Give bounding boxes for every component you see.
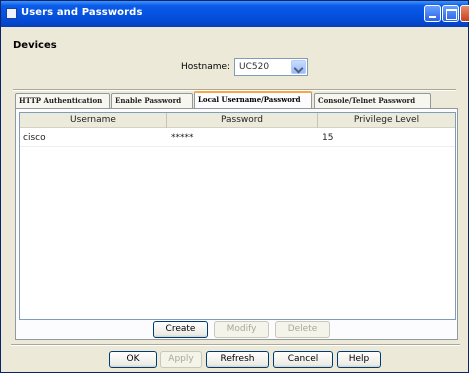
- refresh-button[interactable]: Refresh: [206, 351, 269, 368]
- footer-divider: [11, 344, 460, 346]
- delete-button[interactable]: Delete: [275, 321, 330, 338]
- cancel-button[interactable]: Cancel: [273, 351, 333, 368]
- hostname-label: Hostname:: [181, 62, 231, 72]
- cell-password: *****: [171, 133, 194, 143]
- help-button[interactable]: Help: [337, 351, 381, 368]
- cell-username: cisco: [23, 133, 46, 143]
- ok-button[interactable]: OK: [109, 351, 157, 368]
- column-header-username[interactable]: Username: [20, 113, 167, 128]
- column-header-privilege-level[interactable]: Privilege Level: [318, 113, 455, 128]
- users-table: Username Password Privilege Level cisco …: [19, 112, 456, 320]
- window-icon: [6, 8, 17, 19]
- create-button[interactable]: Create: [153, 321, 208, 338]
- title-bar[interactable]: Users and Passwords: [1, 1, 469, 27]
- tab-http-authentication[interactable]: HTTP Authentication: [15, 93, 110, 108]
- minimize-button[interactable]: [424, 5, 441, 22]
- hostname-value: UC520: [239, 62, 270, 72]
- table-row[interactable]: cisco ***** 15: [20, 129, 455, 147]
- devices-heading: Devices: [13, 40, 57, 51]
- chevron-down-icon[interactable]: [291, 60, 306, 74]
- hostname-select[interactable]: UC520: [234, 58, 308, 76]
- cell-privilege-level: 15: [322, 133, 334, 143]
- window-title: Users and Passwords: [21, 7, 143, 18]
- close-button[interactable]: [460, 5, 469, 22]
- tab-console-telnet-password[interactable]: Console/Telnet Password: [314, 93, 431, 108]
- users-passwords-window: Users and Passwords Devices Hostname: UC…: [0, 0, 469, 373]
- apply-button[interactable]: Apply: [160, 351, 202, 368]
- column-header-password[interactable]: Password: [167, 113, 318, 128]
- modify-button[interactable]: Modify: [214, 321, 269, 338]
- tab-local-username-password[interactable]: Local Username/Password: [194, 91, 312, 108]
- table-header: Username Password Privilege Level: [20, 113, 455, 128]
- maximize-button[interactable]: [442, 5, 459, 22]
- tab-enable-password[interactable]: Enable Password: [111, 93, 193, 108]
